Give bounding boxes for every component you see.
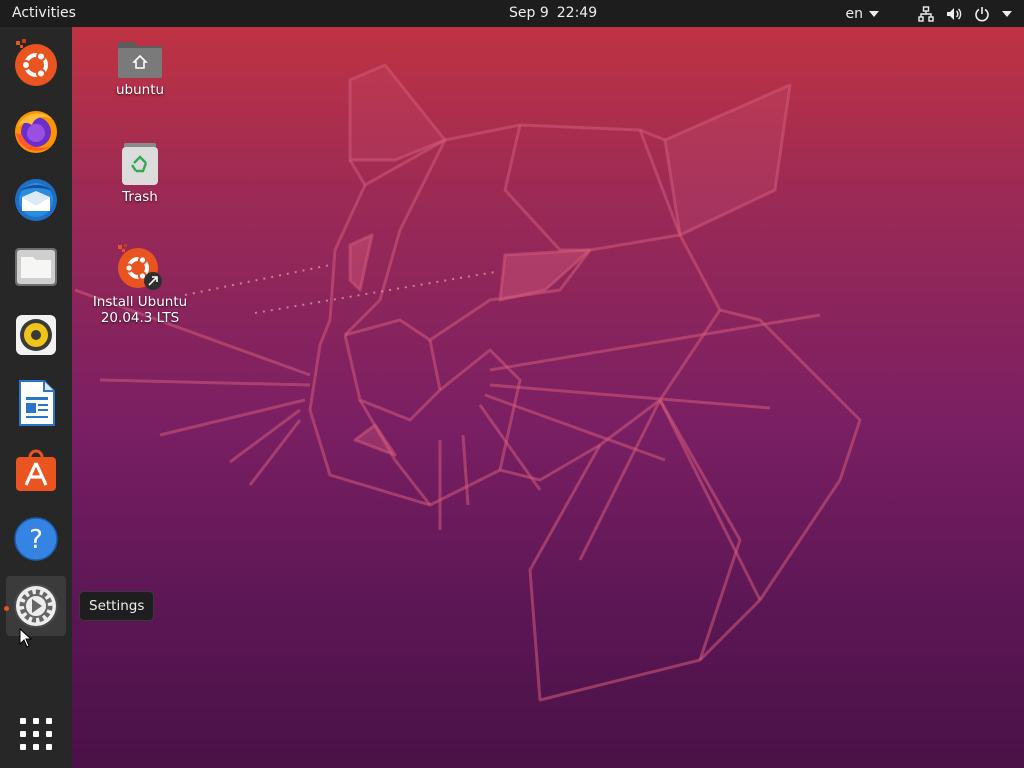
ubuntu-installer-icon [15, 39, 57, 86]
network-wired-icon[interactable] [918, 5, 934, 22]
mouse-cursor-icon [19, 628, 33, 648]
desktop-icon-trash[interactable]: Trash [80, 141, 200, 205]
language-label: en [845, 5, 864, 22]
system-tray: en [845, 0, 1012, 27]
svg-text:?: ? [29, 525, 43, 555]
dock-item-thunderbird[interactable] [6, 169, 66, 229]
clock[interactable]: Sep 9 22:49 [509, 5, 597, 21]
app-grid-icon [20, 718, 52, 750]
clock-date: Sep 9 [509, 5, 549, 21]
dock-tooltip: Settings [79, 591, 155, 621]
trash-icon [122, 143, 158, 185]
dock-item-libreoffice-writer[interactable] [6, 373, 66, 433]
dock-item-ubuntu-software[interactable] [6, 441, 66, 501]
desktop-icon-label: Trash [122, 189, 158, 205]
settings-icon [14, 584, 58, 628]
activities-button[interactable]: Activities [12, 5, 76, 21]
dock-item-settings[interactable] [6, 576, 66, 636]
dock-item-help[interactable]: ? [6, 509, 66, 569]
ubuntu-software-icon [16, 449, 56, 491]
dock-item-rhythmbox[interactable] [6, 305, 66, 365]
home-folder-icon [118, 42, 162, 78]
desktop-icon-home[interactable]: ubuntu [80, 36, 200, 98]
thunderbird-icon [15, 179, 57, 221]
language-indicator[interactable]: en [845, 5, 879, 22]
desktop-wallpaper [74, 63, 862, 702]
libreoffice-writer-icon [19, 380, 55, 426]
clock-time: 22:49 [556, 5, 598, 21]
desktop-icon-install-ubuntu[interactable]: Install Ubuntu 20.04.3 LTS [80, 244, 200, 326]
power-icon[interactable] [974, 6, 990, 22]
rhythmbox-icon [16, 315, 56, 355]
help-icon: ? [14, 517, 58, 561]
files-icon [15, 248, 57, 286]
show-applications-button[interactable] [6, 704, 66, 764]
install-ubuntu-icon [118, 244, 162, 290]
dock: ? [0, 27, 72, 768]
desktop-icon-label-line1: Install Ubuntu [92, 294, 188, 310]
dock-item-files[interactable] [6, 237, 66, 297]
dock-item-ubuntu-installer[interactable] [6, 33, 66, 93]
firefox-icon [15, 111, 57, 153]
top-bar: Activities Sep 9 22:49 en [0, 0, 1024, 27]
chevron-down-icon [869, 10, 879, 17]
desktop-icon-label: ubuntu [115, 82, 165, 98]
volume-icon[interactable] [946, 6, 962, 22]
chevron-down-icon[interactable] [1002, 10, 1012, 17]
desktop-icon-label-line2: 20.04.3 LTS [100, 310, 180, 326]
running-indicator [4, 606, 9, 611]
dock-item-firefox[interactable] [6, 101, 66, 161]
